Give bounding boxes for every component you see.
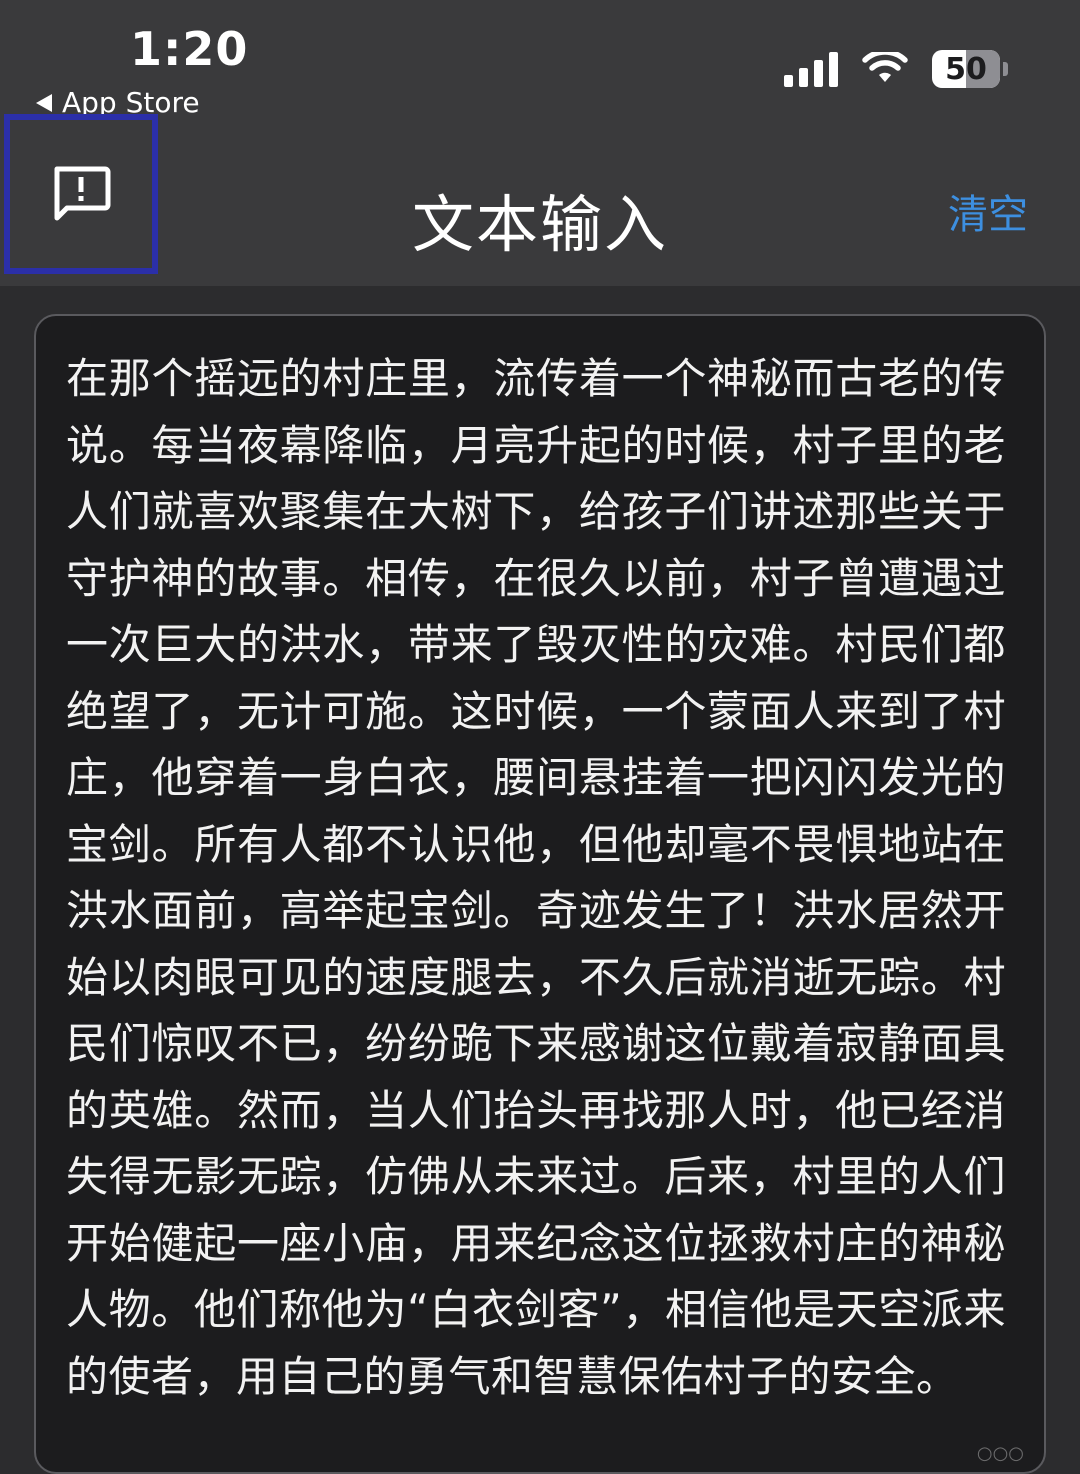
watermark-logo: ○○○	[976, 1443, 1024, 1464]
text-input-area[interactable]: 在那个摇远的村庄里，流传着一个神秘而古老的传说。每当夜幕降临，月亮升起的时候，村…	[34, 314, 1046, 1474]
battery-icon: 50	[932, 50, 1008, 88]
cellular-signal-icon	[784, 51, 838, 87]
status-time: 1:20	[130, 22, 249, 76]
back-triangle-icon	[36, 93, 52, 112]
text-input-content[interactable]: 在那个摇远的村庄里，流传着一个神秘而古老的传说。每当夜幕降临，月亮升起的时候，村…	[66, 346, 1006, 1410]
status-bar: 1:20 App Store 50	[0, 0, 1080, 120]
nav-bar: 文本输入 清空	[0, 114, 1080, 286]
page-title: 文本输入	[411, 188, 668, 261]
clear-button[interactable]: 清空	[948, 182, 1028, 240]
status-icons: 50	[784, 50, 1008, 88]
wifi-icon	[862, 52, 908, 82]
battery-percent: 50	[945, 51, 987, 87]
